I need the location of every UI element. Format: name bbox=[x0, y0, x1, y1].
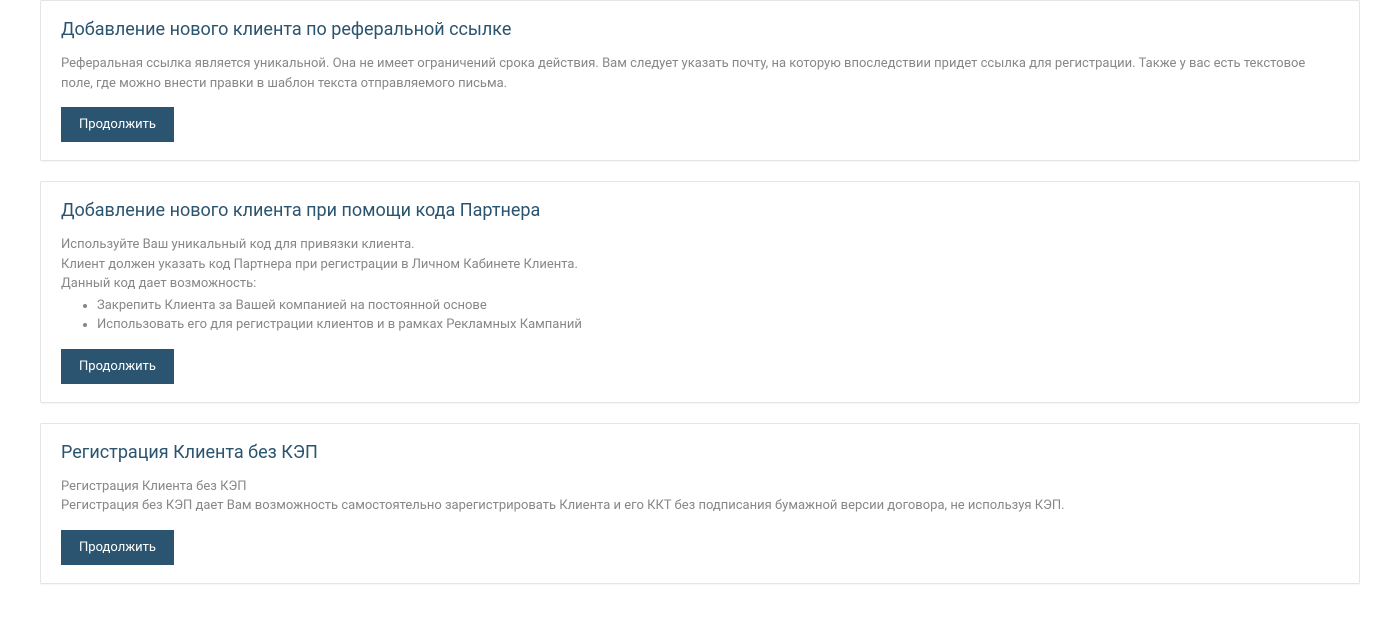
list-item: Использовать его для регистрации клиенто… bbox=[97, 315, 1339, 335]
list-item: Закрепить Клиента за Вашей компанией на … bbox=[97, 296, 1339, 316]
desc-line: Данный код дает возможность: bbox=[61, 274, 1339, 294]
card-title: Добавление нового клиента по реферальной… bbox=[61, 19, 1339, 40]
card-description: Регистрация Клиента без КЭП Регистрация … bbox=[61, 477, 1339, 516]
continue-button[interactable]: Продолжить bbox=[61, 349, 174, 384]
card-partner-code: Добавление нового клиента при помощи код… bbox=[40, 181, 1360, 403]
card-no-kep: Регистрация Клиента без КЭП Регистрация … bbox=[40, 423, 1360, 584]
main-container: Добавление нового клиента по реферальной… bbox=[0, 0, 1400, 624]
continue-button[interactable]: Продолжить bbox=[61, 530, 174, 565]
card-title: Регистрация Клиента без КЭП bbox=[61, 442, 1339, 463]
card-referral-link: Добавление нового клиента по реферальной… bbox=[40, 0, 1360, 161]
card-description: Реферальная ссылка является уникальной. … bbox=[61, 54, 1339, 93]
continue-button[interactable]: Продолжить bbox=[61, 107, 174, 142]
desc-line: Регистрация без КЭП дает Вам возможность… bbox=[61, 496, 1339, 516]
desc-line: Клиент должен указать код Партнера при р… bbox=[61, 255, 1339, 275]
desc-line: Используйте Ваш уникальный код для привя… bbox=[61, 235, 1339, 255]
desc-line: Регистрация Клиента без КЭП bbox=[61, 477, 1339, 497]
card-title: Добавление нового клиента при помощи код… bbox=[61, 200, 1339, 221]
bullet-list: Закрепить Клиента за Вашей компанией на … bbox=[61, 296, 1339, 335]
card-description: Используйте Ваш уникальный код для привя… bbox=[61, 235, 1339, 335]
